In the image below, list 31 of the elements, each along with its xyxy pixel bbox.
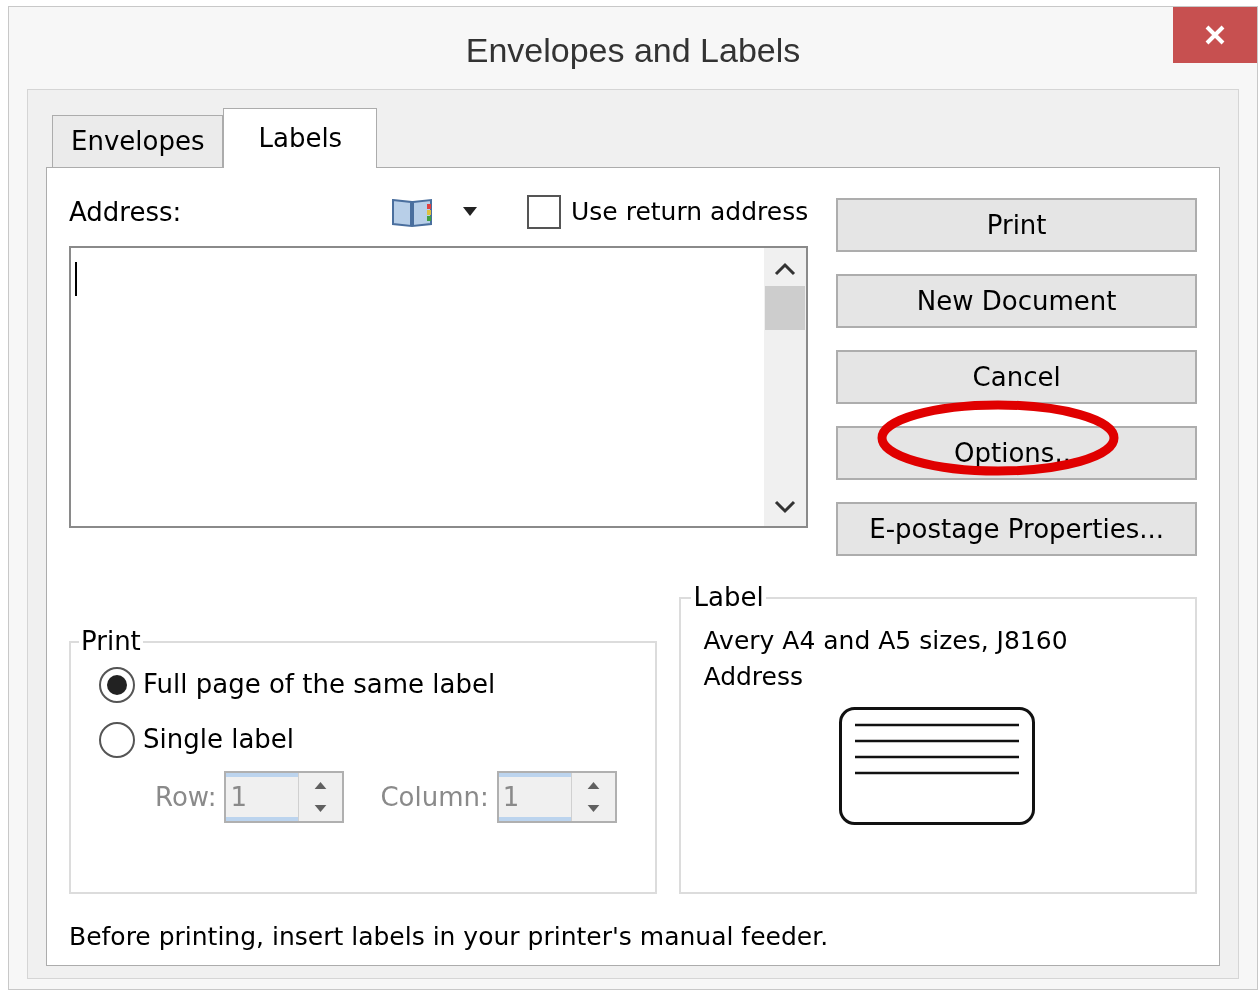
label-description: Avery A4 and A5 sizes, J8160 bbox=[703, 625, 1069, 657]
scroll-up-icon[interactable] bbox=[774, 262, 797, 276]
scrollbar[interactable] bbox=[764, 248, 807, 526]
dropdown-arrow-icon[interactable] bbox=[463, 207, 477, 217]
checkbox[interactable] bbox=[527, 195, 561, 229]
spin-label: Row: bbox=[155, 780, 217, 814]
address-label: Address: bbox=[69, 195, 183, 229]
tab[interactable]: Envelopes bbox=[52, 115, 224, 167]
footer-note: Before printing, insert labels in your printer's manual feeder. bbox=[69, 921, 830, 953]
scroll-thumb[interactable] bbox=[765, 286, 806, 330]
window-title: Envelopes and Labels bbox=[465, 30, 801, 71]
radio-label: Full page of the same label bbox=[143, 668, 496, 701]
dialog-button[interactable]: Cancel bbox=[836, 350, 1197, 404]
address-book-icon[interactable] bbox=[391, 196, 433, 228]
label-description: Address bbox=[703, 661, 805, 693]
close-button[interactable] bbox=[1173, 7, 1257, 63]
radio-label: Single label bbox=[143, 723, 295, 756]
dialog-button[interactable]: Print bbox=[836, 198, 1197, 252]
radio-button[interactable] bbox=[99, 666, 135, 703]
dialog-button[interactable]: New Document bbox=[836, 274, 1197, 328]
text-cursor bbox=[75, 262, 77, 296]
dialog-button[interactable]: E-postage Properties... bbox=[836, 502, 1197, 556]
scroll-down-icon[interactable] bbox=[774, 500, 797, 514]
spin-label: Column: bbox=[380, 780, 489, 814]
group-title: Print bbox=[80, 625, 142, 658]
tab[interactable]: Labels bbox=[223, 108, 378, 168]
radio-button[interactable] bbox=[99, 721, 135, 758]
checkbox-label: Use return address bbox=[571, 196, 809, 229]
address-field[interactable] bbox=[69, 246, 809, 528]
group-title: Label bbox=[692, 581, 765, 614]
close-icon bbox=[1204, 24, 1226, 46]
